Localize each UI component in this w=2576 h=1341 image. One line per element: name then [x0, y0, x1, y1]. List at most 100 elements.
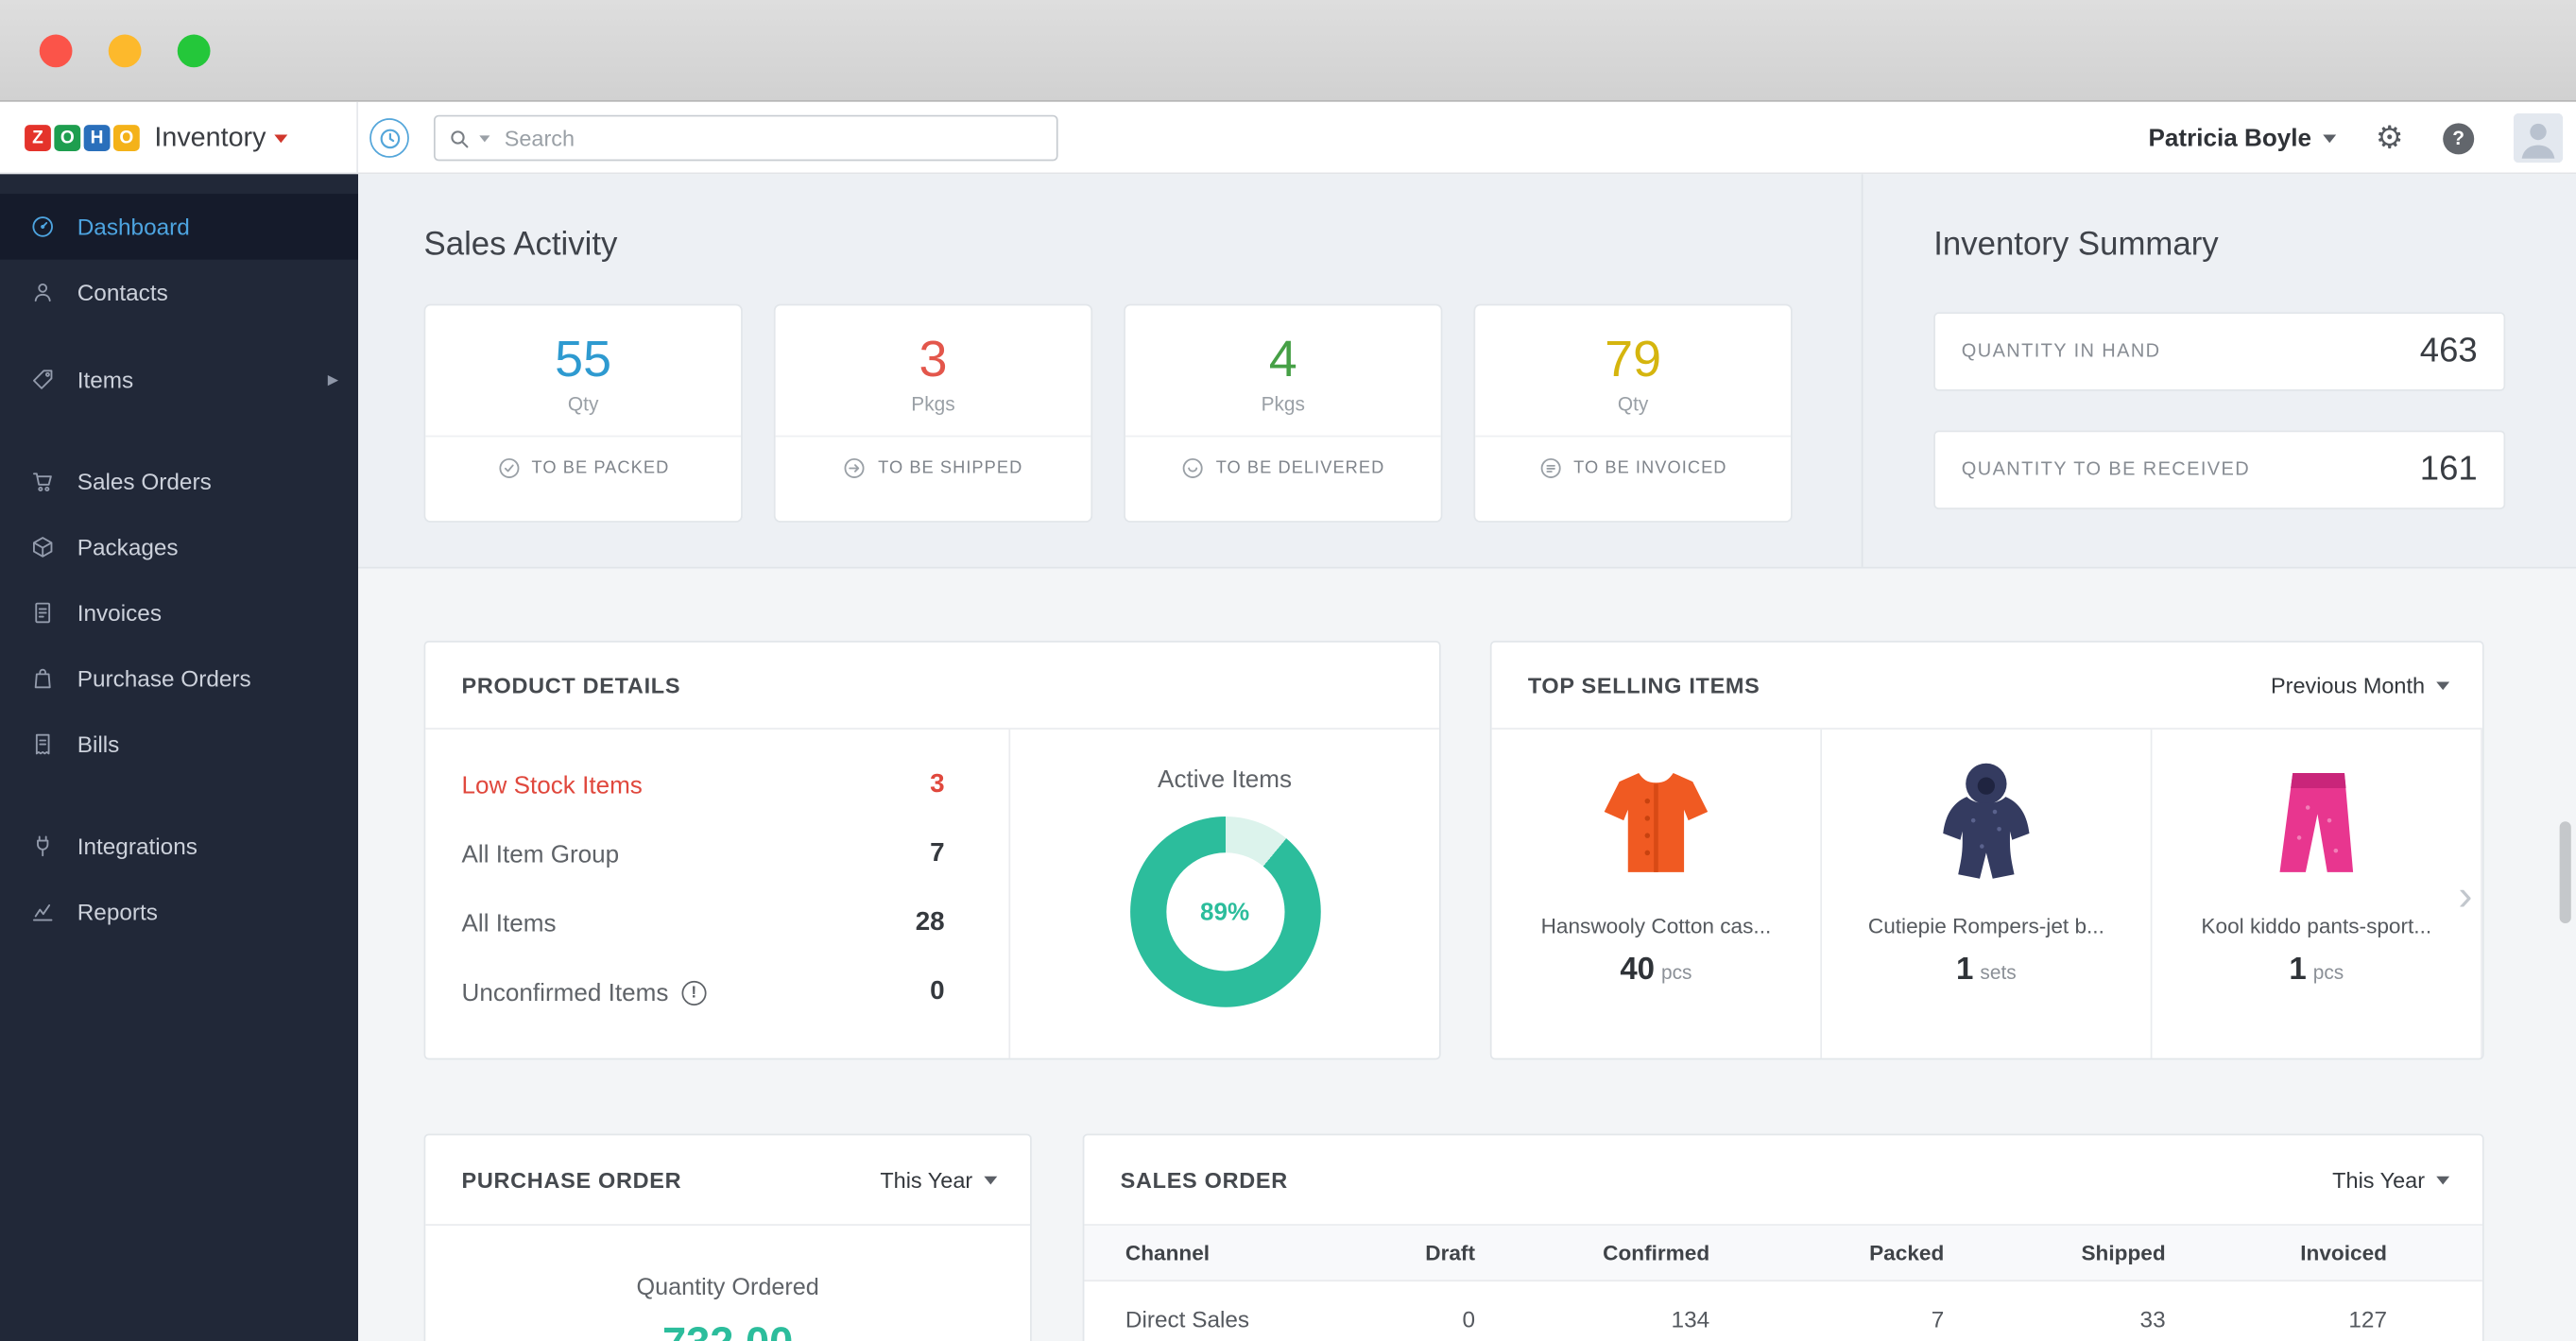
shopping-bag-icon: [29, 665, 56, 692]
purchase-order-card: PURCHASE ORDER This Year Quantity Ordere…: [424, 1134, 1032, 1341]
all-item-group-value: 7: [930, 839, 944, 868]
invoice-doc-icon: [29, 600, 56, 627]
active-items-percent: 89%: [1200, 898, 1249, 926]
logo-letter: O: [113, 125, 140, 151]
sidebar-item-bills[interactable]: Bills: [0, 712, 358, 778]
carousel-next-icon[interactable]: [2451, 870, 2479, 921]
top-selling-item-name: Cutiepie Rompers-jet b...: [1822, 914, 2151, 938]
top-selling-item[interactable]: Kool kiddo pants-sport... 1pcs: [2152, 730, 2482, 1059]
shipped-unit: Pkgs: [776, 393, 1091, 416]
top-selling-period-select[interactable]: Previous Month: [2271, 673, 2449, 697]
window-zoom-button[interactable]: [178, 35, 211, 68]
alert-info-icon: [681, 980, 706, 1005]
plug-icon: [29, 833, 56, 859]
cart-icon: [29, 468, 56, 494]
top-selling-item-qty: 1: [2289, 953, 2306, 988]
top-selling-item-name: Hanswooly Cotton cas...: [1492, 914, 1821, 938]
sidebar-item-label: Integrations: [77, 833, 197, 859]
top-selling-item-unit: sets: [1980, 961, 2016, 984]
all-items-link[interactable]: All Items: [462, 909, 557, 937]
window-titlebar: [0, 0, 2576, 102]
contacts-icon: [29, 280, 56, 306]
sidebar-item-reports[interactable]: Reports: [0, 879, 358, 945]
column-channel: Channel: [1084, 1241, 1318, 1265]
vertical-scrollbar-thumb[interactable]: [2560, 821, 2571, 923]
to-be-invoiced-card[interactable]: 79 Qty TO BE INVOICED: [1473, 304, 1792, 523]
dashboard-icon: [29, 214, 56, 240]
packed-unit: Qty: [425, 393, 741, 416]
sidebar-item-label: Packages: [77, 534, 179, 560]
to-be-packed-card[interactable]: 55 Qty TO BE PACKED: [424, 304, 743, 523]
product-details-title: PRODUCT DETAILS: [462, 673, 681, 697]
user-avatar[interactable]: [2514, 113, 2563, 163]
sidebar-item-items[interactable]: Items: [0, 347, 358, 413]
chevron-down-icon: [2323, 134, 2336, 143]
top-selling-item[interactable]: Cutiepie Rompers-jet b... 1sets: [1822, 730, 2152, 1059]
romper-product-image: [1822, 746, 2151, 893]
invoiced-doc-icon: [1539, 456, 1562, 479]
pants-product-image: [2152, 746, 2481, 893]
to-be-delivered-card[interactable]: 4 Pkgs TO BE DELIVERED: [1124, 304, 1442, 523]
app-header: Z O H O Inventory Pat: [0, 102, 2576, 174]
unconfirmed-items-link[interactable]: Unconfirmed Items: [462, 978, 707, 1006]
app-window: Z O H O Inventory Pat: [0, 0, 2576, 1341]
active-items-donut: 89%: [1129, 817, 1320, 1007]
quantity-to-be-received-label: QUANTITY TO BE RECEIVED: [1962, 460, 2250, 480]
settings-gear-icon[interactable]: [2376, 123, 2404, 154]
all-item-group-link[interactable]: All Item Group: [462, 840, 620, 868]
sales-order-period-select[interactable]: This Year: [2332, 1167, 2449, 1192]
column-packed: Packed: [1709, 1241, 1944, 1265]
invoiced-unit: Qty: [1475, 393, 1791, 416]
cell-confirmed: 134: [1475, 1305, 1709, 1332]
quantity-ordered-label: Quantity Ordered: [425, 1275, 1030, 1301]
help-icon[interactable]: [2443, 123, 2474, 154]
window-close-button[interactable]: [40, 35, 73, 68]
sidebar-item-sales-orders[interactable]: Sales Orders: [0, 449, 358, 515]
sidebar-item-invoices[interactable]: Invoices: [0, 580, 358, 646]
top-selling-item[interactable]: Hanswooly Cotton cas... 40 pcs: [1492, 730, 1822, 1059]
zoho-inventory-logo[interactable]: Z O H O Inventory: [0, 102, 358, 174]
all-items-row: All Items 28: [462, 889, 945, 958]
header-actions: Patricia Boyle: [2149, 102, 2564, 174]
packed-status-label: TO BE PACKED: [532, 457, 670, 477]
sidebar-item-label: Reports: [77, 899, 158, 925]
column-confirmed: Confirmed: [1475, 1241, 1709, 1265]
packed-check-icon: [497, 456, 520, 479]
sales-activity-cards: 55 Qty TO BE PACKED 3 Pkgs: [424, 304, 1793, 523]
packed-count: 55: [425, 332, 741, 387]
cell-shipped: 33: [1944, 1305, 2165, 1332]
low-stock-link[interactable]: Low Stock Items: [462, 771, 643, 799]
delivered-status-label: TO BE DELIVERED: [1216, 457, 1385, 477]
low-stock-value: 3: [930, 770, 944, 799]
items-tag-icon: [29, 367, 56, 393]
sidebar-item-label: Items: [77, 367, 134, 393]
top-selling-item-unit: pcs: [1661, 961, 1692, 984]
sales-activity-section: Sales Activity 55 Qty TO BE PACKED: [358, 174, 2576, 568]
purchase-order-period-select[interactable]: This Year: [880, 1167, 997, 1192]
user-menu[interactable]: Patricia Boyle: [2149, 124, 2337, 152]
top-selling-item-qty: 40: [1620, 953, 1655, 988]
unconfirmed-items-row: Unconfirmed Items 0: [462, 958, 945, 1027]
main-content: Sales Activity 55 Qty TO BE PACKED: [358, 174, 2576, 1341]
sidebar-item-label: Invoices: [77, 600, 162, 627]
logo-letter: O: [54, 125, 80, 151]
bill-receipt-icon: [29, 731, 56, 758]
to-be-shipped-card[interactable]: 3 Pkgs TO BE SHIPPED: [774, 304, 1092, 523]
search-input[interactable]: [505, 126, 1043, 150]
shipped-arrow-icon: [844, 456, 867, 479]
section-divider: [1862, 174, 1863, 567]
cell-packed: 7: [1709, 1305, 1944, 1332]
sidebar-item-purchase-orders[interactable]: Purchase Orders: [0, 645, 358, 712]
quantity-in-hand-label: QUANTITY IN HAND: [1962, 342, 2161, 362]
sidebar-item-contacts[interactable]: Contacts: [0, 260, 358, 326]
inventory-summary-title: Inventory Summary: [1933, 227, 2218, 265]
sidebar-item-label: Purchase Orders: [77, 665, 251, 692]
window-minimize-button[interactable]: [109, 35, 142, 68]
sales-order-title: SALES ORDER: [1121, 1167, 1288, 1192]
sidebar-item-integrations[interactable]: Integrations: [0, 814, 358, 880]
sidebar-item-dashboard[interactable]: Dashboard: [0, 194, 358, 260]
sidebar-item-packages[interactable]: Packages: [0, 514, 358, 580]
search-scope-caret-icon[interactable]: [479, 135, 489, 142]
recent-activity-button[interactable]: [369, 118, 409, 158]
top-selling-title: TOP SELLING ITEMS: [1528, 673, 1760, 697]
